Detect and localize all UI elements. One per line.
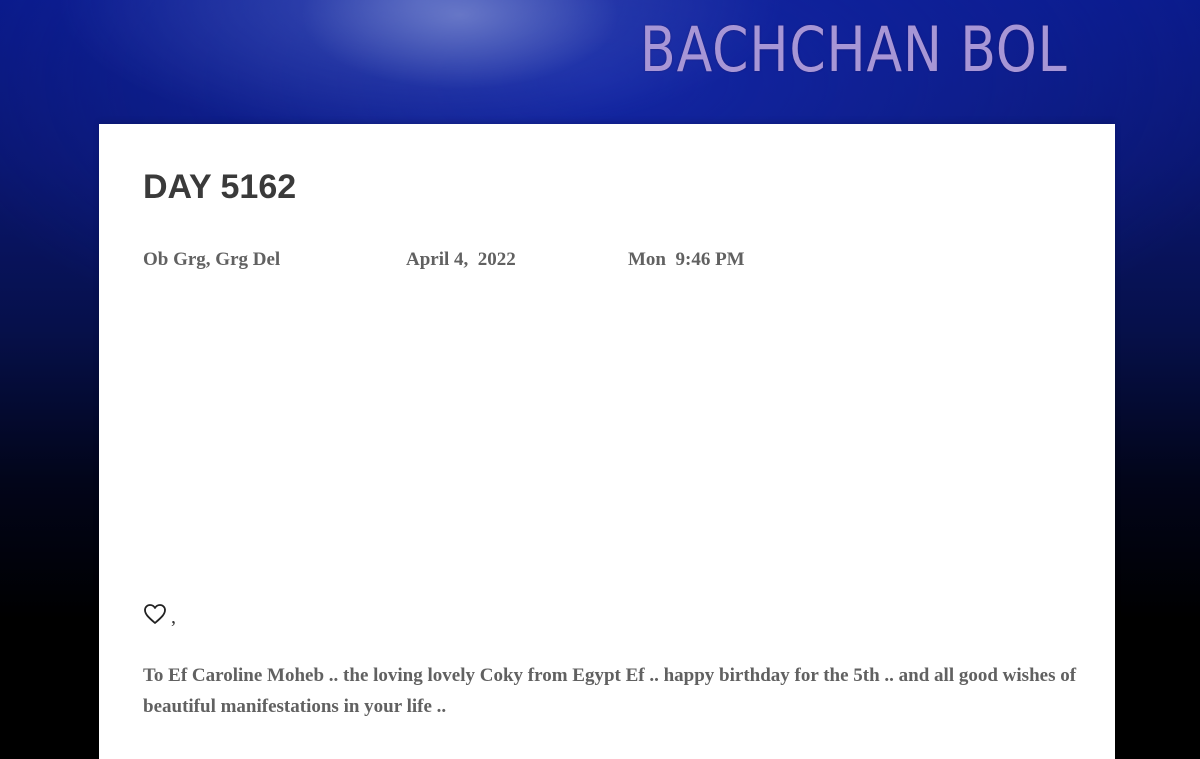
post-time: Mon 9:46 PM: [628, 249, 745, 270]
reaction-row: ,: [143, 602, 176, 628]
post-body-text: To Ef Caroline Moheb .. the loving lovel…: [143, 665, 1077, 717]
heart-outline-icon[interactable]: [143, 603, 167, 625]
post-title: DAY 5162: [143, 168, 297, 206]
site-title[interactable]: BACHCHAN BOL: [640, 14, 1067, 86]
post-location: Ob Grg, Grg Del: [143, 249, 281, 270]
post-card: DAY 5162 Ob Grg, Grg Del April 4, 2022 M…: [99, 124, 1115, 759]
post-date: April 4, 2022: [406, 249, 516, 270]
reaction-separator: ,: [171, 606, 176, 628]
header-background-image: [300, 0, 620, 90]
